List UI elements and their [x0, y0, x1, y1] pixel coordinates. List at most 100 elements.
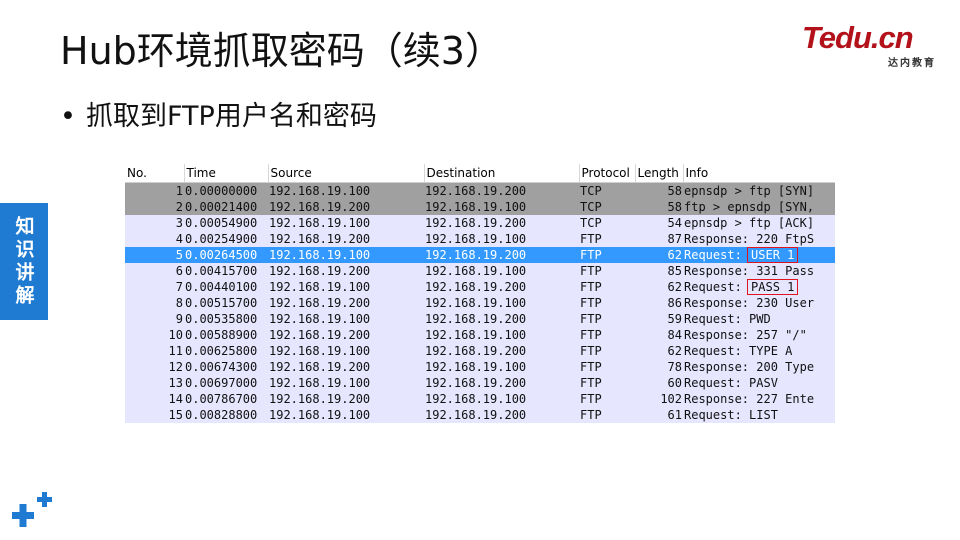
packet-protocol: FTP: [580, 312, 602, 326]
packet-rows: 1 0.00000000 192.168.19.100 192.168.19.200 T…: [125, 182, 835, 423]
packet-protocol: TCP: [580, 184, 602, 198]
packet-info: Request: PASS 1: [683, 279, 835, 295]
column-header-protocol[interactable]: Protocol: [579, 164, 636, 183]
packet-protocol: FTP: [580, 328, 602, 342]
packet-row[interactable]: 6 0.00415700 192.168.19.200 192.168.19.100 F…: [125, 263, 835, 279]
packet-length: 62: [667, 344, 682, 358]
packet-row[interactable]: 1 0.00000000 192.168.19.100 192.168.19.200 T…: [125, 182, 835, 199]
column-header-no[interactable]: No.: [125, 164, 185, 183]
packet-destination: 192.168.19.100: [425, 360, 527, 374]
packet-list-panel: No. Time Source Destination Protocol Len…: [125, 164, 835, 428]
packet-info: ftp > epnsdp [SYN,: [683, 199, 835, 215]
packet-no: 8: [175, 296, 183, 310]
packet-no: 13: [168, 376, 183, 390]
packet-info-text: epnsdp > ftp [SYN]: [684, 184, 815, 198]
packet-no: 3: [175, 216, 183, 230]
packet-info-text: Response: 200 Type: [684, 360, 815, 374]
packet-protocol: FTP: [580, 248, 602, 262]
packet-source: 192.168.19.100: [269, 184, 371, 198]
packet-protocol: FTP: [580, 232, 602, 246]
packet-row[interactable]: 7 0.00440100 192.168.19.100 192.168.19.200 F…: [125, 279, 835, 295]
packet-source: 192.168.19.200: [269, 232, 371, 246]
column-header-length[interactable]: Length: [635, 164, 684, 183]
packet-source: 192.168.19.200: [269, 360, 371, 374]
packet-info-text: Request: TYPE A: [684, 344, 793, 358]
packet-no: 6: [175, 264, 183, 278]
packet-row[interactable]: 5 0.00264500 192.168.19.100 192.168.19.200 F…: [125, 247, 835, 263]
bullet-text: 抓取到FTP用户名和密码: [86, 101, 377, 132]
packet-source: 192.168.19.100: [269, 408, 371, 422]
packet-row[interactable]: 9 0.00535800 192.168.19.100 192.168.19.200 F…: [125, 311, 835, 327]
packet-info-text: Response: 331 Pass: [684, 264, 815, 278]
packet-no: 7: [175, 280, 183, 294]
packet-row[interactable]: 15 0.00828800 192.168.19.100 192.168.19.200…: [125, 407, 835, 423]
column-header-destination[interactable]: Destination: [424, 164, 580, 183]
packet-destination: 192.168.19.100: [425, 232, 527, 246]
packet-time: 0.00264500: [185, 248, 258, 262]
packet-protocol: FTP: [580, 280, 602, 294]
packet-length: 59: [667, 312, 682, 326]
column-header-time[interactable]: Time: [184, 164, 269, 183]
packet-protocol: FTP: [580, 392, 602, 406]
packet-length: 58: [667, 184, 682, 198]
column-header-info[interactable]: Info: [683, 164, 835, 183]
packet-source: 192.168.19.100: [269, 280, 371, 294]
packet-length: 87: [667, 232, 682, 246]
packet-info: Response: 331 Pass: [683, 263, 835, 279]
side-section-tab: 知识讲解: [0, 203, 48, 320]
packet-info: Request: PWD: [683, 311, 835, 327]
packet-info-text: Request: LIST: [684, 408, 778, 422]
packet-time: 0.00697000: [185, 376, 258, 390]
logo-text: Tedu.cn: [802, 20, 914, 55]
packet-length: 85: [667, 264, 682, 278]
packet-time: 0.00254900: [185, 232, 258, 246]
side-tab-label: 知识讲解: [12, 215, 35, 308]
packet-row[interactable]: 2 0.00021400 192.168.19.200 192.168.19.100 T…: [125, 199, 835, 215]
packet-no: 15: [168, 408, 183, 422]
packet-row[interactable]: 11 0.00625800 192.168.19.100 192.168.19.200…: [125, 343, 835, 359]
packet-length: 60: [667, 376, 682, 390]
tedu-logo: Tedu.cn 达内教育: [802, 20, 942, 69]
packet-row[interactable]: 8 0.00515700 192.168.19.200 192.168.19.100 F…: [125, 295, 835, 311]
packet-length: 78: [667, 360, 682, 374]
packet-destination: 192.168.19.100: [425, 328, 527, 342]
column-header-source[interactable]: Source: [268, 164, 425, 183]
packet-protocol: FTP: [580, 344, 602, 358]
packet-info-text: ftp > epnsdp [SYN,: [684, 200, 815, 214]
bullet-point: • 抓取到FTP用户名和密码: [60, 94, 377, 133]
packet-time: 0.00625800: [185, 344, 258, 358]
packet-length: 58: [667, 200, 682, 214]
packet-no: 9: [175, 312, 183, 326]
packet-source: 192.168.19.100: [269, 376, 371, 390]
credential-highlight-box: USER 1: [747, 247, 799, 263]
packet-row[interactable]: 10 0.00588900 192.168.19.200 192.168.19.100…: [125, 327, 835, 343]
packet-info-text: Response: 227 Ente: [684, 392, 815, 406]
packet-list-table: No. Time Source Destination Protocol Len…: [125, 164, 835, 423]
packet-row[interactable]: 4 0.00254900 192.168.19.200 192.168.19.100 F…: [125, 231, 835, 247]
packet-time: 0.00021400: [185, 200, 258, 214]
packet-info-text: Response: 230 User: [684, 296, 815, 310]
packet-info: Response: 257 "/": [683, 327, 835, 343]
packet-row[interactable]: 3 0.00054900 192.168.19.100 192.168.19.200 T…: [125, 215, 835, 231]
packet-info: Response: 230 User: [683, 295, 835, 311]
packet-time: 0.00828800: [185, 408, 258, 422]
packet-info-text: Request: PWD: [684, 312, 771, 326]
packet-time: 0.00674300: [185, 360, 258, 374]
packet-protocol: FTP: [580, 376, 602, 390]
bullet-dot-icon: •: [60, 101, 76, 132]
packet-protocol: FTP: [580, 296, 602, 310]
packet-destination: 192.168.19.100: [425, 392, 527, 406]
packet-source: 192.168.19.200: [269, 296, 371, 310]
packet-protocol: FTP: [580, 408, 602, 422]
packet-row[interactable]: 12 0.00674300 192.168.19.200 192.168.19.100…: [125, 359, 835, 375]
packet-row[interactable]: 13 0.00697000 192.168.19.100 192.168.19.200…: [125, 375, 835, 391]
packet-destination: 192.168.19.200: [425, 376, 527, 390]
packet-info: Response: 227 Ente: [683, 391, 835, 407]
packet-info: Response: 220 FtpS: [683, 231, 835, 247]
packet-destination: 192.168.19.200: [425, 408, 527, 422]
packet-row[interactable]: 14 0.00786700 192.168.19.200 192.168.19.100…: [125, 391, 835, 407]
packet-source: 192.168.19.200: [269, 392, 371, 406]
packet-info-text: epnsdp > ftp [ACK]: [684, 216, 815, 230]
packet-destination: 192.168.19.200: [425, 184, 527, 198]
packet-length: 86: [667, 296, 682, 310]
